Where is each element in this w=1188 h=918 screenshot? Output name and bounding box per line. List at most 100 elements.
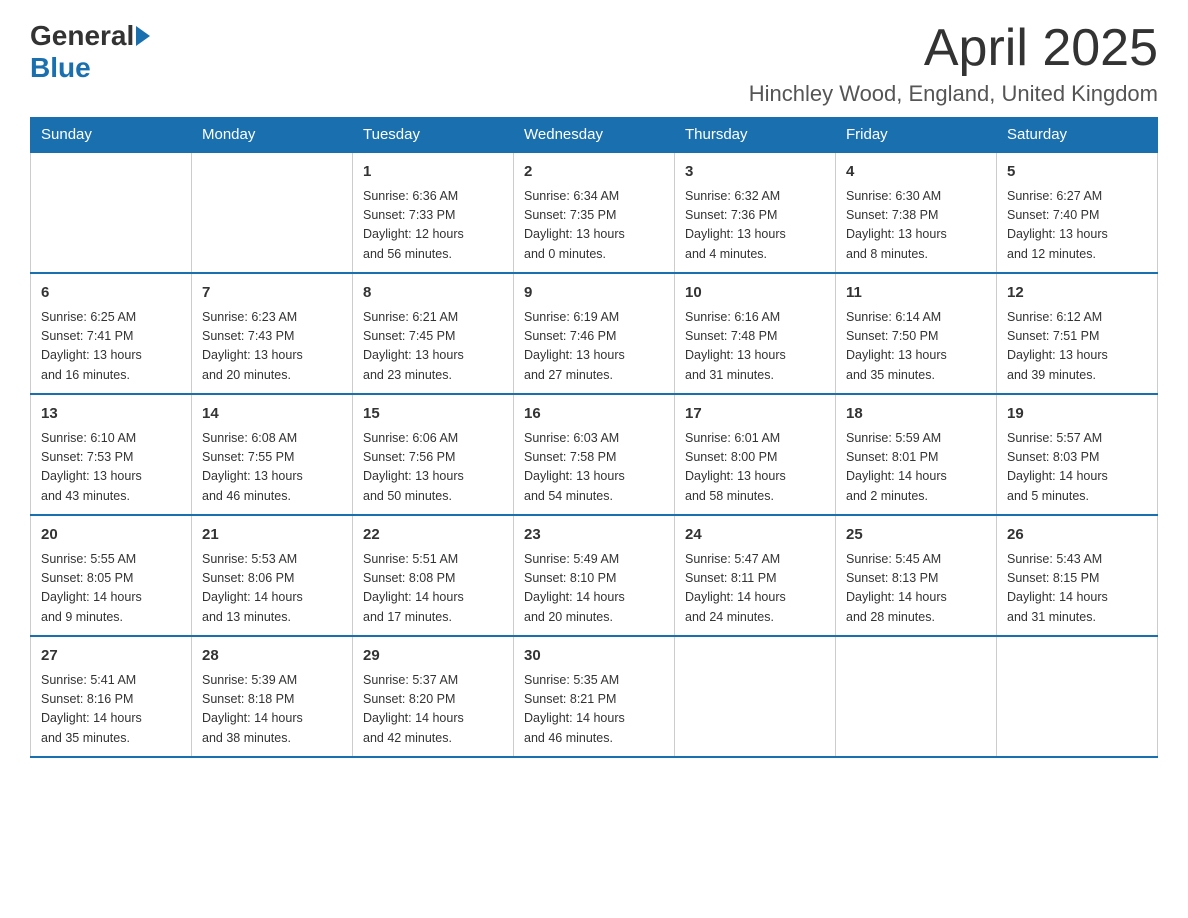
calendar-cell: 12 Sunrise: 6:12 AM Sunset: 7:51 PM Dayli… [997,273,1158,394]
calendar-day-header: Sunday [31,118,192,153]
header: General Blue April 2025 Hinchley Wood, E… [30,20,1158,107]
calendar-cell [675,636,836,757]
day-number: 5 [1007,161,1147,184]
calendar-cell: 4Sunrise: 6:30 AM Sunset: 7:38 PM Daylig… [836,152,997,273]
day-number: 4 [846,161,986,184]
day-number: 21 [202,524,342,547]
calendar-cell: 6 Sunrise: 6:25 AM Sunset: 7:41 PM Daylig… [31,273,192,394]
calendar-cell: 13 Sunrise: 6:10 AM Sunset: 7:53 PM Dayli… [31,394,192,515]
day-info: Sunrise: 5:53 AM Sunset: 8:06 PM Dayligh… [202,550,342,628]
calendar-cell [836,636,997,757]
calendar-cell: 17 Sunrise: 6:01 AM Sunset: 8:00 PM Dayli… [675,394,836,515]
calendar-cell: 9 Sunrise: 6:19 AM Sunset: 7:46 PM Daylig… [514,273,675,394]
day-info: Sunrise: 5:41 AM Sunset: 8:16 PM Dayligh… [41,671,181,749]
month-title: April 2025 [749,20,1158,77]
calendar-week-row: 6 Sunrise: 6:25 AM Sunset: 7:41 PM Daylig… [31,273,1158,394]
day-info: Sunrise: 6:10 AM Sunset: 7:53 PM Dayligh… [41,429,181,507]
calendar-body: 1Sunrise: 6:36 AM Sunset: 7:33 PM Daylig… [31,152,1158,757]
day-number: 30 [524,645,664,668]
day-number: 11 [846,282,986,305]
day-number: 25 [846,524,986,547]
calendar-cell: 27 Sunrise: 5:41 AM Sunset: 8:16 PM Dayli… [31,636,192,757]
calendar-cell: 26Sunrise: 5:43 AM Sunset: 8:15 PM Dayli… [997,515,1158,636]
calendar-day-header: Tuesday [353,118,514,153]
day-number: 17 [685,403,825,426]
day-number: 2 [524,161,664,184]
calendar-cell: 2Sunrise: 6:34 AM Sunset: 7:35 PM Daylig… [514,152,675,273]
day-info: Sunrise: 5:51 AM Sunset: 8:08 PM Dayligh… [363,550,503,628]
day-info: Sunrise: 6:32 AM Sunset: 7:36 PM Dayligh… [685,187,825,265]
day-number: 10 [685,282,825,305]
calendar-cell: 24 Sunrise: 5:47 AM Sunset: 8:11 PM Dayli… [675,515,836,636]
calendar-cell: 15 Sunrise: 6:06 AM Sunset: 7:56 PM Dayli… [353,394,514,515]
day-info: Sunrise: 5:55 AM Sunset: 8:05 PM Dayligh… [41,550,181,628]
day-info: Sunrise: 6:03 AM Sunset: 7:58 PM Dayligh… [524,429,664,507]
calendar-cell: 21 Sunrise: 5:53 AM Sunset: 8:06 PM Dayli… [192,515,353,636]
day-number: 14 [202,403,342,426]
calendar-cell: 20 Sunrise: 5:55 AM Sunset: 8:05 PM Dayli… [31,515,192,636]
calendar-week-row: 13 Sunrise: 6:10 AM Sunset: 7:53 PM Dayli… [31,394,1158,515]
calendar-cell: 5 Sunrise: 6:27 AM Sunset: 7:40 PM Daylig… [997,152,1158,273]
calendar-day-header: Saturday [997,118,1158,153]
calendar-cell: 18 Sunrise: 5:59 AM Sunset: 8:01 PM Dayli… [836,394,997,515]
calendar-cell: 7 Sunrise: 6:23 AM Sunset: 7:43 PM Daylig… [192,273,353,394]
day-info: Sunrise: 5:59 AM Sunset: 8:01 PM Dayligh… [846,429,986,507]
day-info: Sunrise: 6:19 AM Sunset: 7:46 PM Dayligh… [524,308,664,386]
calendar-cell: 1Sunrise: 6:36 AM Sunset: 7:33 PM Daylig… [353,152,514,273]
title-area: April 2025 Hinchley Wood, England, Unite… [749,20,1158,107]
logo-general-text: General [30,20,134,52]
day-info: Sunrise: 6:01 AM Sunset: 8:00 PM Dayligh… [685,429,825,507]
day-number: 15 [363,403,503,426]
day-info: Sunrise: 6:14 AM Sunset: 7:50 PM Dayligh… [846,308,986,386]
calendar-day-header: Wednesday [514,118,675,153]
day-info: Sunrise: 6:25 AM Sunset: 7:41 PM Dayligh… [41,308,181,386]
day-number: 24 [685,524,825,547]
day-number: 20 [41,524,181,547]
calendar-table: SundayMondayTuesdayWednesdayThursdayFrid… [30,117,1158,758]
day-number: 7 [202,282,342,305]
calendar-cell [997,636,1158,757]
day-number: 27 [41,645,181,668]
day-info: Sunrise: 5:49 AM Sunset: 8:10 PM Dayligh… [524,550,664,628]
day-info: Sunrise: 5:47 AM Sunset: 8:11 PM Dayligh… [685,550,825,628]
day-number: 22 [363,524,503,547]
calendar-cell: 14Sunrise: 6:08 AM Sunset: 7:55 PM Dayli… [192,394,353,515]
calendar-cell [31,152,192,273]
day-number: 9 [524,282,664,305]
day-number: 26 [1007,524,1147,547]
day-info: Sunrise: 5:39 AM Sunset: 8:18 PM Dayligh… [202,671,342,749]
day-info: Sunrise: 6:06 AM Sunset: 7:56 PM Dayligh… [363,429,503,507]
calendar-cell: 25Sunrise: 5:45 AM Sunset: 8:13 PM Dayli… [836,515,997,636]
day-number: 8 [363,282,503,305]
day-info: Sunrise: 5:37 AM Sunset: 8:20 PM Dayligh… [363,671,503,749]
calendar-cell: 29 Sunrise: 5:37 AM Sunset: 8:20 PM Dayli… [353,636,514,757]
calendar-cell: 22 Sunrise: 5:51 AM Sunset: 8:08 PM Dayli… [353,515,514,636]
day-number: 12 [1007,282,1147,305]
day-number: 18 [846,403,986,426]
day-number: 13 [41,403,181,426]
calendar-cell: 11 Sunrise: 6:14 AM Sunset: 7:50 PM Dayli… [836,273,997,394]
day-number: 16 [524,403,664,426]
day-info: Sunrise: 6:23 AM Sunset: 7:43 PM Dayligh… [202,308,342,386]
calendar-cell: 16 Sunrise: 6:03 AM Sunset: 7:58 PM Dayli… [514,394,675,515]
calendar-header-row: SundayMondayTuesdayWednesdayThursdayFrid… [31,118,1158,153]
day-number: 19 [1007,403,1147,426]
calendar-cell: 23 Sunrise: 5:49 AM Sunset: 8:10 PM Dayli… [514,515,675,636]
day-info: Sunrise: 5:57 AM Sunset: 8:03 PM Dayligh… [1007,429,1147,507]
calendar-cell: 8Sunrise: 6:21 AM Sunset: 7:45 PM Daylig… [353,273,514,394]
calendar-cell: 28Sunrise: 5:39 AM Sunset: 8:18 PM Dayli… [192,636,353,757]
day-info: Sunrise: 6:16 AM Sunset: 7:48 PM Dayligh… [685,308,825,386]
calendar-cell: 10 Sunrise: 6:16 AM Sunset: 7:48 PM Dayli… [675,273,836,394]
calendar-week-row: 20 Sunrise: 5:55 AM Sunset: 8:05 PM Dayli… [31,515,1158,636]
day-info: Sunrise: 5:35 AM Sunset: 8:21 PM Dayligh… [524,671,664,749]
day-number: 29 [363,645,503,668]
calendar-cell: 3Sunrise: 6:32 AM Sunset: 7:36 PM Daylig… [675,152,836,273]
day-number: 6 [41,282,181,305]
day-info: Sunrise: 6:12 AM Sunset: 7:51 PM Dayligh… [1007,308,1147,386]
day-info: Sunrise: 6:27 AM Sunset: 7:40 PM Dayligh… [1007,187,1147,265]
calendar-day-header: Friday [836,118,997,153]
calendar-cell [192,152,353,273]
calendar-cell: 19 Sunrise: 5:57 AM Sunset: 8:03 PM Dayli… [997,394,1158,515]
day-number: 23 [524,524,664,547]
location-title: Hinchley Wood, England, United Kingdom [749,81,1158,107]
